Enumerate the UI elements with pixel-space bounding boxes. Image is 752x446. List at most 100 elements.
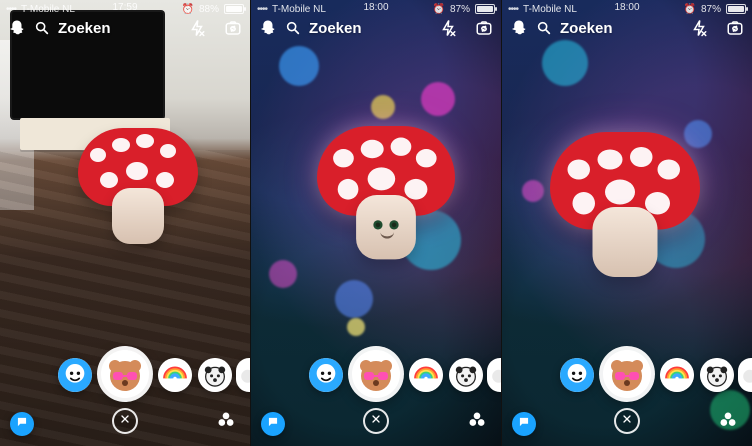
chat-button[interactable] bbox=[10, 412, 34, 436]
ghost-icon[interactable] bbox=[8, 19, 26, 37]
search-icon[interactable] bbox=[34, 20, 50, 36]
lens-option-partial[interactable] bbox=[236, 358, 250, 392]
status-bar: •••• T-Mobile NL 17:59 ⏰ 88% bbox=[6, 2, 246, 16]
battery-percent: 87% bbox=[700, 3, 721, 15]
flip-camera-icon[interactable] bbox=[726, 19, 744, 37]
bottom-controls bbox=[251, 400, 501, 446]
status-right: ⏰ 87% bbox=[432, 3, 497, 15]
battery-percent: 88% bbox=[198, 3, 219, 15]
mushroom-lens-effect bbox=[550, 132, 700, 282]
lens-option-rainbow[interactable] bbox=[660, 358, 694, 392]
chat-icon bbox=[266, 415, 280, 434]
lens-carousel[interactable] bbox=[0, 340, 250, 400]
cap-spot bbox=[597, 149, 623, 170]
lens-option-bear-face[interactable] bbox=[198, 358, 232, 392]
screenshot-triptych: •••• T-Mobile NL 17:59 ⏰ 88% Zoeken ••••… bbox=[0, 0, 752, 446]
lens-option-rainbow[interactable] bbox=[409, 358, 443, 392]
lens-carousel[interactable] bbox=[502, 340, 752, 400]
cap-spot bbox=[112, 138, 130, 152]
status-left: •••• T-Mobile NL bbox=[6, 4, 75, 15]
mushroom-mouth bbox=[380, 231, 395, 239]
flash-off-icon[interactable] bbox=[439, 19, 457, 37]
mushroom-lens-effect bbox=[78, 128, 198, 248]
lens-option-selected-bear[interactable] bbox=[603, 350, 651, 398]
flip-camera-icon[interactable] bbox=[475, 19, 493, 37]
search-row: Zoeken bbox=[510, 16, 744, 40]
search-row: Zoeken bbox=[8, 16, 242, 40]
lens-option-selected-bear[interactable] bbox=[101, 350, 149, 398]
lens-option-bear-face[interactable] bbox=[700, 358, 734, 392]
lens-option-partial[interactable] bbox=[738, 358, 752, 392]
flip-camera-icon[interactable] bbox=[224, 19, 242, 37]
cap-spot bbox=[337, 178, 359, 200]
cap-spot bbox=[156, 172, 174, 188]
close-lens-button[interactable] bbox=[614, 408, 640, 434]
bokeh-light bbox=[335, 280, 373, 318]
top-right-controls bbox=[439, 19, 493, 37]
battery-icon bbox=[475, 4, 497, 14]
mushroom-stem bbox=[112, 188, 164, 244]
alarm-icon: ⏰ bbox=[432, 3, 445, 15]
bokeh-light bbox=[347, 318, 365, 336]
search-label[interactable]: Zoeken bbox=[560, 20, 613, 37]
bokeh-light bbox=[421, 82, 455, 116]
status-right: ⏰ 88% bbox=[182, 3, 246, 15]
search-label[interactable]: Zoeken bbox=[58, 20, 111, 37]
close-icon bbox=[370, 412, 382, 430]
top-overlay: •••• T-Mobile NL 18:00 ⏰ 87% Zoeken bbox=[251, 0, 501, 44]
time-label: 18:00 bbox=[614, 2, 640, 13]
top-right-controls bbox=[690, 19, 744, 37]
cap-spot bbox=[360, 139, 384, 159]
close-icon bbox=[119, 412, 131, 430]
lens-option-blue[interactable] bbox=[58, 358, 92, 392]
cap-spot bbox=[415, 149, 437, 168]
chat-button[interactable] bbox=[512, 412, 536, 436]
carrier-label: T-Mobile NL bbox=[21, 3, 75, 15]
lens-option-partial[interactable] bbox=[487, 358, 501, 392]
stories-icon bbox=[718, 410, 738, 435]
search-icon[interactable] bbox=[285, 20, 301, 36]
cap-spot bbox=[333, 149, 354, 168]
cap-spot bbox=[390, 137, 412, 156]
cap-spot bbox=[630, 147, 653, 167]
ghost-icon[interactable] bbox=[510, 19, 528, 37]
lens-option-selected-bear[interactable] bbox=[352, 350, 400, 398]
close-icon bbox=[621, 412, 633, 430]
bokeh-light bbox=[542, 40, 588, 86]
flash-off-icon[interactable] bbox=[188, 19, 206, 37]
cap-spot bbox=[126, 162, 148, 180]
lens-option-rainbow[interactable] bbox=[158, 358, 192, 392]
lens-option-blue[interactable] bbox=[309, 358, 343, 392]
search-left[interactable]: Zoeken bbox=[259, 19, 362, 37]
ghost-icon[interactable] bbox=[259, 19, 277, 37]
mushroom-lens-effect bbox=[317, 126, 455, 264]
camera-panel-2: •••• T-Mobile NL 18:00 ⏰ 87% Zoeken bbox=[250, 0, 501, 446]
mushroom-face bbox=[370, 218, 405, 239]
battery-icon bbox=[726, 4, 748, 14]
lens-option-blue[interactable] bbox=[560, 358, 594, 392]
bokeh-light bbox=[279, 46, 319, 86]
cap-spot bbox=[136, 134, 154, 148]
top-overlay: •••• T-Mobile NL 17:59 ⏰ 88% Zoeken bbox=[0, 0, 250, 44]
search-left[interactable]: Zoeken bbox=[510, 19, 613, 37]
stories-button[interactable] bbox=[214, 410, 238, 434]
flash-off-icon[interactable] bbox=[690, 19, 708, 37]
cap-spot bbox=[572, 192, 595, 215]
close-lens-button[interactable] bbox=[363, 408, 389, 434]
search-left[interactable]: Zoeken bbox=[8, 19, 111, 37]
chat-button[interactable] bbox=[261, 412, 285, 436]
chat-icon bbox=[517, 415, 531, 434]
bottom-controls bbox=[502, 400, 752, 446]
search-icon[interactable] bbox=[536, 20, 552, 36]
lens-carousel[interactable] bbox=[251, 340, 501, 400]
top-right-controls bbox=[188, 19, 242, 37]
stories-button[interactable] bbox=[716, 410, 740, 434]
status-right: ⏰ 87% bbox=[684, 3, 748, 15]
status-bar: •••• T-Mobile NL 18:00 ⏰ 87% bbox=[508, 2, 748, 16]
stories-button[interactable] bbox=[465, 410, 489, 434]
battery-fill bbox=[226, 6, 242, 12]
carrier-label: T-Mobile NL bbox=[523, 3, 577, 15]
search-label[interactable]: Zoeken bbox=[309, 20, 362, 37]
lens-option-bear-face[interactable] bbox=[449, 358, 483, 392]
close-lens-button[interactable] bbox=[112, 408, 138, 434]
